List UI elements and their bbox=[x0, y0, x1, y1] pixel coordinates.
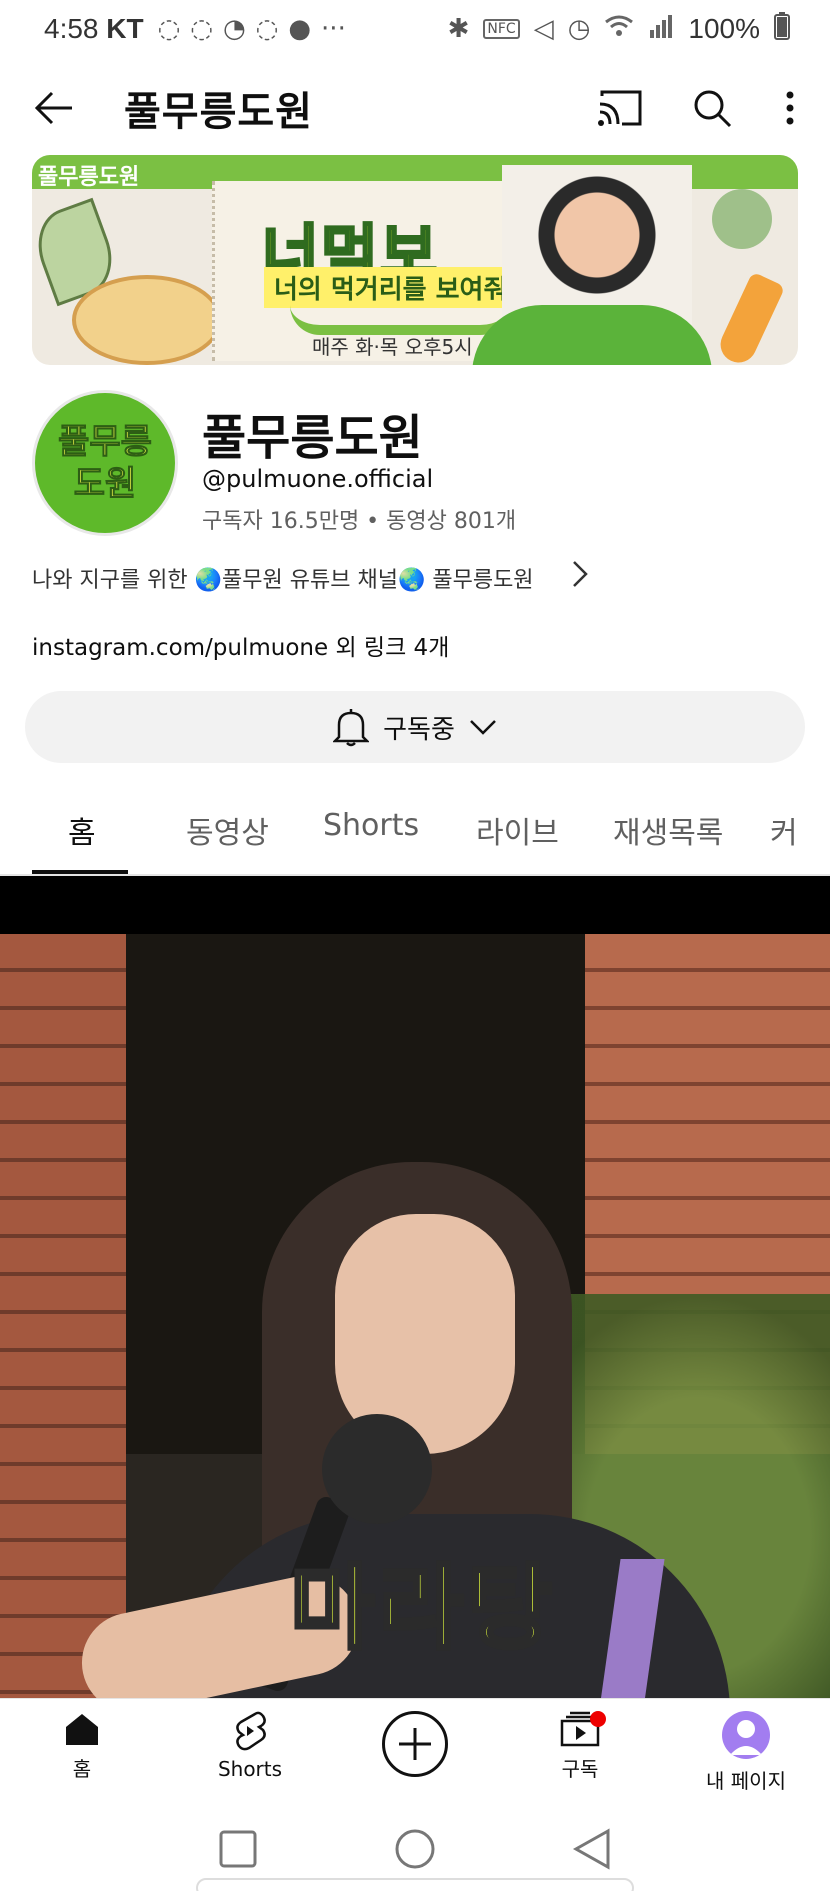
create-button[interactable] bbox=[382, 1711, 448, 1777]
banner-corner-tag: 풀무릉도원 bbox=[38, 165, 140, 190]
chevron-down-icon bbox=[469, 720, 496, 735]
channel-name: 풀무릉도원 bbox=[202, 410, 423, 466]
banner-schedule: 매주 화·목 오후5시 bbox=[312, 335, 473, 359]
channel-avatar[interactable]: 풀무릉 도원 bbox=[32, 390, 178, 536]
broccoli-illustration bbox=[712, 189, 772, 249]
bell-icon bbox=[333, 709, 370, 747]
banner-host-shirt bbox=[472, 305, 712, 365]
video-mic bbox=[322, 1414, 432, 1524]
subscribed-label: 구독중 bbox=[383, 714, 455, 745]
channel-handle: @pulmuone.official bbox=[202, 465, 434, 493]
back-arrow-icon bbox=[34, 91, 72, 125]
recent-apps-icon[interactable] bbox=[218, 1829, 258, 1869]
search-button[interactable] bbox=[688, 84, 736, 132]
bottom-navigation: 홈 Shorts 구독 내 페이지 bbox=[0, 1698, 830, 1806]
nav-shorts[interactable]: Shorts bbox=[190, 1711, 310, 1781]
featured-video-player[interactable]: 마라탕 bbox=[0, 876, 830, 1698]
tab-shorts[interactable]: Shorts bbox=[323, 808, 419, 843]
status-time: 4:58 KT bbox=[44, 13, 144, 44]
description-text: 나와 지구를 위한 🌏풀무원 유튜브 채널🌏 풀무릉도원 bbox=[32, 568, 534, 593]
notification-icons: ◌ ◌ ◔ ◌ ● ··· bbox=[158, 14, 346, 44]
more-notifications-icon: ··· bbox=[321, 14, 346, 44]
battery-icon bbox=[774, 11, 790, 47]
chevron-right-icon bbox=[573, 561, 588, 587]
channel-description[interactable]: 나와 지구를 위한 🌏풀무원 유튜브 채널🌏 풀무릉도원 bbox=[32, 561, 612, 594]
cast-icon bbox=[598, 90, 642, 126]
nfc-icon: NFC bbox=[483, 19, 520, 39]
status-bar: 4:58 KT ◌ ◌ ◔ ◌ ● ··· ✱ NFC ◁ ◷ 100% bbox=[0, 0, 830, 58]
video-caption: 마라탕 bbox=[288, 1553, 556, 1664]
tab-playlists[interactable]: 재생목록 bbox=[613, 808, 723, 852]
tab-videos[interactable]: 동영상 bbox=[186, 808, 269, 852]
tab-home[interactable]: 홈 bbox=[68, 808, 96, 852]
wifi-icon bbox=[604, 14, 634, 45]
notification-dot bbox=[590, 1711, 606, 1727]
signal-icon bbox=[648, 14, 674, 45]
nav-home-label: 홈 bbox=[72, 1757, 92, 1781]
shorts-icon bbox=[236, 1711, 266, 1751]
alarm-notification-icon: ◔ bbox=[222, 14, 246, 44]
user-avatar-icon bbox=[722, 1711, 770, 1759]
gesture-handle bbox=[196, 1878, 634, 1891]
mute-icon: ◁ bbox=[533, 14, 554, 44]
nav-you[interactable]: 내 페이지 bbox=[686, 1711, 806, 1794]
search-icon bbox=[694, 90, 732, 128]
video-brick-wall-left bbox=[0, 934, 126, 1698]
dumpling-illustration bbox=[72, 275, 222, 365]
tab-live[interactable]: 라이브 bbox=[476, 808, 559, 852]
back-triangle-icon[interactable] bbox=[572, 1827, 612, 1870]
plus-icon bbox=[399, 1728, 431, 1760]
pay-icon: ◌ bbox=[255, 14, 279, 44]
back-button[interactable] bbox=[30, 84, 78, 132]
bluetooth-icon: ✱ bbox=[447, 14, 470, 44]
app-header: 풀무릉도원 bbox=[0, 58, 830, 158]
nav-home[interactable]: 홈 bbox=[22, 1711, 142, 1782]
cast-button[interactable] bbox=[596, 84, 644, 132]
battery-level: 100% bbox=[688, 13, 760, 44]
subscribed-button[interactable]: 구독중 bbox=[25, 691, 805, 763]
alarm-icon: ◷ bbox=[567, 14, 591, 44]
more-vert-icon bbox=[786, 91, 794, 125]
channel-tabs: 홈 동영상 Shorts 라이브 재생목록 커 bbox=[0, 780, 830, 876]
nav-subscriptions-label: 구독 bbox=[561, 1757, 599, 1781]
nav-you-label: 내 페이지 bbox=[706, 1769, 786, 1793]
channel-banner: 풀무릉도원 너먹보 너의 먹거리를 보여줘 매주 화·목 오후5시 bbox=[32, 155, 798, 365]
pay-icon: ◌ bbox=[190, 14, 213, 44]
tab-community[interactable]: 커 bbox=[770, 808, 798, 852]
nav-shorts-label: Shorts bbox=[217, 1757, 283, 1781]
video-frame: 마라탕 bbox=[0, 934, 830, 1698]
home-circle-icon[interactable] bbox=[394, 1828, 436, 1870]
system-icons: ✱ NFC ◁ ◷ 100% bbox=[447, 11, 790, 47]
pay-icon: ◌ bbox=[157, 14, 181, 44]
channel-stats: 구독자 16.5만명 • 동영상 801개 bbox=[202, 509, 517, 534]
page-title: 풀무릉도원 bbox=[124, 89, 313, 135]
avatar-text-line2: 도원 bbox=[73, 464, 137, 505]
nav-subscriptions[interactable]: 구독 bbox=[520, 1711, 640, 1782]
banner-subtitle: 너의 먹거리를 보여줘 bbox=[264, 267, 518, 308]
channel-links[interactable]: instagram.com/pulmuone 외 링크 4개 bbox=[32, 628, 449, 662]
carrot-illustration bbox=[714, 271, 786, 365]
home-icon bbox=[66, 1714, 98, 1745]
more-options-button[interactable] bbox=[780, 84, 800, 132]
avatar-text-line1: 풀무릉 bbox=[58, 422, 153, 463]
record-icon: ● bbox=[288, 14, 312, 44]
